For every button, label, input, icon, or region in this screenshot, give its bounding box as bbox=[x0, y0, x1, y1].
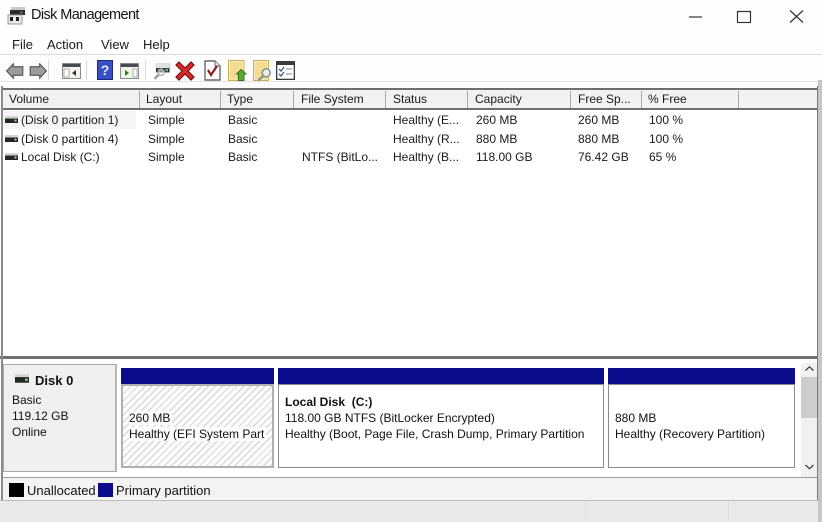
svg-text:?: ? bbox=[101, 62, 110, 78]
